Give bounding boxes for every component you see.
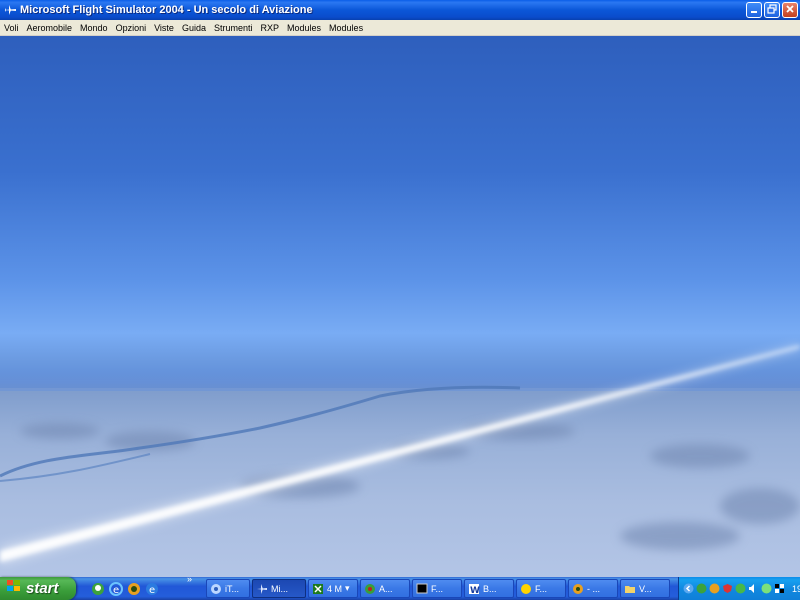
title-bar[interactable]: Microsoft Flight Simulator 2004 - Un sec… — [0, 0, 800, 20]
volume-icon[interactable] — [748, 583, 759, 594]
system-tray: 19.57 — [678, 577, 800, 600]
clock[interactable]: 19.57 — [792, 584, 800, 594]
quick-launch: e e » — [90, 574, 200, 596]
minimize-button[interactable] — [746, 2, 762, 18]
restore-button[interactable] — [764, 2, 780, 18]
window-controls — [746, 2, 798, 18]
media-tray-icon[interactable] — [709, 583, 720, 594]
task-label: F... — [431, 583, 444, 594]
menu-voli[interactable]: Voli — [0, 23, 23, 33]
task-word[interactable]: W B... — [464, 579, 514, 598]
network-tray-icon[interactable] — [735, 583, 746, 594]
menu-strumenti[interactable]: Strumenti — [210, 23, 257, 33]
media-icon[interactable] — [126, 581, 141, 596]
quick-launch-more[interactable]: » — [187, 574, 192, 584]
svg-text:e: e — [113, 585, 119, 596]
windows-logo-icon — [6, 579, 22, 598]
status-icon[interactable] — [761, 583, 772, 594]
messenger-icon[interactable] — [90, 581, 105, 596]
task-flight-simulator[interactable]: Mi... — [252, 579, 306, 598]
menu-viste[interactable]: Viste — [150, 23, 178, 33]
plane-icon — [3, 3, 17, 17]
chevron-down-icon: ▾ — [345, 583, 350, 593]
flag-icon[interactable] — [774, 583, 785, 594]
close-button[interactable] — [782, 2, 798, 18]
media-icon — [572, 583, 584, 595]
terrain-patches — [20, 422, 800, 550]
console-icon — [416, 583, 428, 595]
task-itunes[interactable]: iT... — [206, 579, 250, 598]
taskbar: start e e » iT... Mi... 4 M ▾ A... F... — [0, 574, 800, 600]
start-label: start — [26, 580, 59, 597]
itunes-icon — [210, 583, 222, 595]
task-network[interactable]: A... — [360, 579, 410, 598]
task-smiley[interactable]: F... — [516, 579, 566, 598]
task-folder[interactable]: V... — [620, 579, 670, 598]
menu-mondo[interactable]: Mondo — [76, 23, 112, 33]
chevron-left-icon[interactable] — [683, 583, 694, 594]
menu-modules-2[interactable]: Modules — [325, 23, 367, 33]
task-label: - ... — [587, 583, 600, 594]
task-label: V... — [639, 583, 652, 594]
start-button[interactable]: start — [0, 577, 76, 600]
task-label: Mi... — [271, 583, 288, 594]
menu-opzioni[interactable]: Opzioni — [112, 23, 151, 33]
scene-overlay — [0, 344, 800, 566]
network-icon — [364, 583, 376, 595]
task-console[interactable]: F... — [412, 579, 462, 598]
task-label: iT... — [225, 583, 240, 594]
messenger-tray-icon[interactable] — [696, 583, 707, 594]
task-media[interactable]: - ... — [568, 579, 618, 598]
ie-icon[interactable]: e — [108, 581, 123, 596]
menu-bar: Voli Aeromobile Mondo Opzioni Viste Guid… — [0, 20, 800, 36]
shield-icon[interactable] — [722, 583, 733, 594]
folder-icon — [624, 583, 636, 595]
menu-guida[interactable]: Guida — [178, 23, 210, 33]
word-icon: W — [468, 583, 480, 595]
plane-icon — [256, 583, 268, 595]
svg-text:e: e — [149, 585, 155, 596]
task-list: iT... Mi... 4 M ▾ A... F... W B... F... — [206, 579, 670, 598]
restore-icon — [767, 1, 777, 19]
svg-text:W: W — [470, 586, 480, 595]
window-title: Microsoft Flight Simulator 2004 - Un sec… — [20, 4, 313, 16]
ie-alt-icon[interactable]: e — [144, 581, 159, 596]
task-label: F... — [535, 583, 548, 594]
minimize-icon — [749, 1, 759, 19]
task-label: B... — [483, 583, 497, 594]
excel-icon — [312, 583, 324, 595]
menu-aeromobile[interactable]: Aeromobile — [23, 23, 77, 33]
task-excel-group[interactable]: 4 M ▾ — [308, 579, 358, 598]
smiley-icon — [520, 583, 532, 595]
close-icon — [785, 1, 795, 19]
task-label: 4 M — [327, 583, 343, 594]
flight-scene-view[interactable] — [0, 36, 800, 577]
menu-modules-1[interactable]: Modules — [283, 23, 325, 33]
task-label: A... — [379, 583, 393, 594]
menu-rxp[interactable]: RXP — [257, 23, 284, 33]
